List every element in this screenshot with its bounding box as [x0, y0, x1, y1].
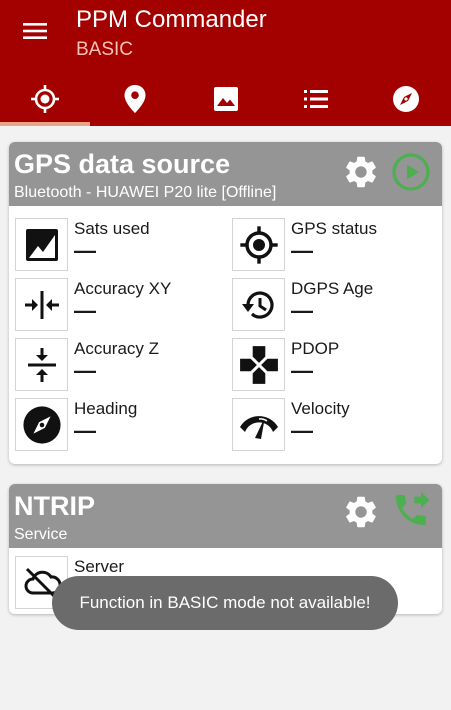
ntrip-card-title: NTRIP [14, 491, 95, 521]
tile-label: Heading [74, 399, 138, 418]
ntrip-settings-button[interactable] [341, 492, 381, 532]
tile-value: — [291, 418, 313, 443]
gps-fixed-icon [31, 85, 60, 113]
tile-value: — [291, 358, 313, 383]
gps-card-title: GPS data source [14, 149, 231, 179]
tile-value: — [74, 298, 96, 323]
gps-card-header[interactable]: GPS data source Bluetooth - HUAWEI P20 l… [9, 142, 442, 206]
list-icon [303, 90, 328, 108]
tile-gps-status: GPS status — [232, 218, 432, 274]
tile-pdop: PDOP — [232, 338, 432, 394]
tab-compass[interactable] [361, 72, 451, 126]
image-icon [213, 87, 238, 111]
gps-data-source-card: GPS data source Bluetooth - HUAWEI P20 l… [9, 142, 442, 464]
tile-value: — [291, 298, 313, 323]
tab-list[interactable] [271, 72, 361, 126]
tile-label: Accuracy Z [74, 339, 160, 358]
compass-icon [392, 86, 419, 112]
tab-bar [0, 72, 451, 126]
tile-label: Velocity [291, 399, 350, 418]
play-circle-icon [392, 153, 430, 191]
gear-icon [346, 156, 376, 188]
tile-value: — [291, 238, 313, 263]
tile-label: Server [74, 557, 125, 576]
gps-start-button[interactable] [391, 152, 431, 192]
satellite-image-icon [15, 218, 68, 271]
app-title: PPM Commander [76, 6, 267, 33]
phone-forwarded-icon [396, 491, 430, 525]
tab-location[interactable] [90, 72, 180, 126]
gamepad-icon [232, 338, 285, 391]
tile-value: — [74, 358, 96, 383]
tile-heading: Heading — [15, 398, 215, 454]
tile-accuracy-z: Accuracy Z — [15, 338, 215, 394]
tab-image[interactable] [180, 72, 270, 126]
app-mode: BASIC [76, 39, 134, 60]
tab-gps[interactable] [0, 72, 91, 126]
gps-fixed-icon [232, 218, 285, 271]
menu-icon[interactable] [20, 18, 50, 44]
gear-icon [346, 496, 376, 528]
ntrip-card-subtitle: Service [14, 526, 68, 543]
ntrip-connect-button[interactable] [391, 490, 431, 530]
horizontal-compress-icon [15, 278, 68, 331]
tile-value: — [74, 238, 96, 263]
vertical-compress-icon [15, 338, 68, 391]
tile-accuracy-xy: Accuracy XY — [15, 278, 215, 334]
tile-value: — [74, 418, 96, 443]
tile-label: Accuracy XY [74, 279, 172, 298]
tile-label: DGPS Age [291, 279, 374, 298]
app-bar: PPM Commander BASIC [0, 0, 451, 126]
history-icon [232, 278, 285, 331]
ntrip-card-header[interactable]: NTRIP Service [9, 484, 442, 548]
tile-label: PDOP [291, 339, 340, 358]
tile-label: GPS status [291, 219, 377, 238]
tile-dgps-age: DGPS Age — [232, 278, 432, 334]
tile-velocity: Velocity — [232, 398, 432, 454]
speedometer-icon [232, 398, 285, 451]
tile-label: Sats used [74, 219, 150, 238]
gps-card-subtitle: Bluetooth - HUAWEI P20 lite [Offline] [14, 184, 277, 201]
location-pin-icon [124, 85, 146, 113]
tile-sats-used: Sats used — [15, 218, 215, 274]
toast-message: Function in BASIC mode not available! [52, 576, 398, 630]
gps-settings-button[interactable] [341, 152, 381, 192]
compass-icon [15, 398, 68, 451]
